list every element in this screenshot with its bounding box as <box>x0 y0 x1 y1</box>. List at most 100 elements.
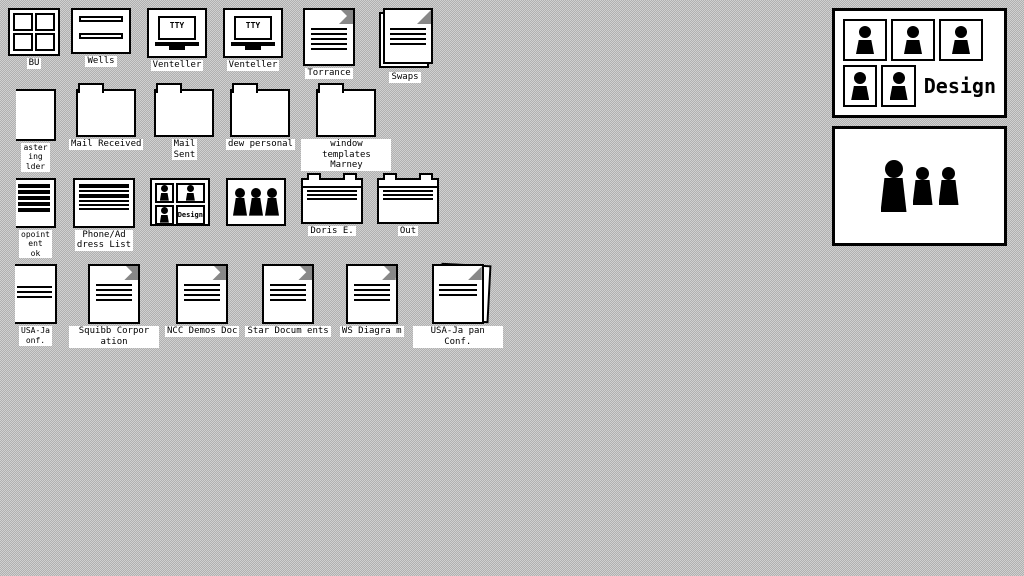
master-folder-label: asteringlder <box>21 143 49 172</box>
usa-japan-conf-label: USA-Ja pan Conf. <box>413 326 503 348</box>
out-tray-icon <box>377 178 439 224</box>
doris-tray-item[interactable]: Doris E. <box>297 178 367 237</box>
design-sub-icon: Design <box>150 178 210 226</box>
wells-icon-item[interactable]: Wells <box>66 8 136 67</box>
window-templates-icon <box>316 89 376 137</box>
out-tray-tab-left <box>383 173 397 180</box>
venteller1-label: Venteller <box>151 60 204 71</box>
design-sub-item[interactable]: Design <box>145 178 215 228</box>
mail-sent-icon <box>154 89 214 137</box>
star-docs-icon <box>262 264 314 324</box>
window-templates-item[interactable]: window templates Marney <box>301 89 391 171</box>
design-cell-4: Design <box>176 205 205 225</box>
big-person-1 <box>881 160 907 212</box>
ws-diagram-icon <box>346 264 398 324</box>
window-templates-label: window templates Marney <box>301 139 391 171</box>
design-group-item[interactable]: Design <box>832 8 1007 118</box>
tty-screen2: TTY <box>234 16 272 40</box>
wells-label: Wells <box>85 56 116 67</box>
squibb-icon <box>88 264 140 324</box>
ws-diagram-label: WS Diagra m <box>340 326 404 337</box>
phone-address-icon <box>73 178 135 228</box>
left-panel: BU Wells TTY Ve <box>0 0 824 576</box>
small-person-3 <box>939 167 959 205</box>
design-cell-r1c1 <box>843 19 887 61</box>
usa-japan-conf-icon <box>432 264 484 324</box>
people-icon <box>226 178 286 226</box>
bu-icon-item[interactable]: BU <box>8 8 60 69</box>
icon-row-3: opointentok Phone/Address List <box>8 178 816 259</box>
mail-received-label: Mail Received <box>69 139 143 150</box>
dew-personal-icon <box>230 89 290 137</box>
icon-row-2: asteringlder Mail Received MailSent dew … <box>8 89 816 172</box>
mail-sent-item[interactable]: MailSent <box>149 89 219 161</box>
phone-address-item[interactable]: Phone/Address List <box>69 178 139 252</box>
mail-received-item[interactable]: Mail Received <box>69 89 143 150</box>
people-item[interactable] <box>221 178 291 228</box>
out-label: Out <box>398 226 418 237</box>
design-group-row2: Design <box>843 65 996 107</box>
mail-received-icon <box>76 89 136 137</box>
right-panel: Design <box>824 0 1024 576</box>
small-person-2 <box>913 167 933 205</box>
person-3 <box>265 188 279 216</box>
bu-label: BU <box>27 58 42 69</box>
dew-personal-item[interactable]: dew personal <box>225 89 295 150</box>
appoint-label: opointentok <box>19 230 52 259</box>
swaps-icon-item[interactable]: Swaps <box>370 8 440 83</box>
icon-row-4: USA-Jaonf. Squibb Corpor ation <box>8 264 816 348</box>
tty-screen: TTY <box>158 16 196 40</box>
design-sub-label: Design <box>178 211 203 219</box>
venteller1-icon: TTY <box>147 8 207 58</box>
out-tray-top <box>379 180 437 188</box>
tty-label: TTY <box>170 21 184 30</box>
person-1 <box>233 188 247 216</box>
squibb-item[interactable]: Squibb Corpor ation <box>69 264 159 348</box>
design-cell-r2c1 <box>843 65 877 107</box>
swaps-icon <box>377 8 433 70</box>
design-cell-1 <box>155 183 174 203</box>
torrance-label: Torrance <box>305 68 352 79</box>
out-tray-tab-right <box>419 173 433 180</box>
squibb-label: Squibb Corpor ation <box>69 326 159 348</box>
design-cell-r2c2 <box>881 65 915 107</box>
venteller2-label: Venteller <box>227 60 280 71</box>
ws-diagram-item[interactable]: WS Diagra m <box>337 264 407 337</box>
phone-address-label: Phone/Address List <box>75 230 133 252</box>
usa-japan-conf-item[interactable]: USA-Ja pan Conf. <box>413 264 503 348</box>
mail-sent-label: MailSent <box>172 139 198 161</box>
torrance-icon-item[interactable]: Torrance <box>294 8 364 79</box>
out-tray-content <box>379 188 437 222</box>
doris-tray-icon <box>301 178 363 224</box>
desktop: BU Wells TTY Ve <box>0 0 1024 576</box>
dew-personal-label: dew personal <box>226 139 295 150</box>
design-cell-r1c3 <box>939 19 983 61</box>
star-docs-item[interactable]: Star Docum ents <box>245 264 330 337</box>
large-people-panel[interactable] <box>832 126 1007 246</box>
venteller2-icon-item[interactable]: TTY Venteller <box>218 8 288 71</box>
master-folder-item[interactable]: asteringlder <box>8 89 63 172</box>
out-tray-item[interactable]: Out <box>373 178 443 237</box>
ncc-item[interactable]: NCC Demos Doc <box>165 264 239 337</box>
usa-ja-partial-item[interactable]: USA-Jaonf. <box>8 264 63 345</box>
usa-ja-partial-label: USA-Jaonf. <box>19 326 52 345</box>
ncc-icon <box>176 264 228 324</box>
design-group-row1 <box>843 19 996 61</box>
tray-top <box>303 180 361 188</box>
design-cell-2 <box>176 183 205 203</box>
torrance-icon <box>303 8 355 66</box>
tray-content <box>303 188 361 222</box>
swaps-label: Swaps <box>389 72 420 83</box>
doris-label: Doris E. <box>308 226 355 237</box>
tray-tab-left <box>307 173 321 180</box>
design-text-label: Design <box>920 74 996 98</box>
ncc-label: NCC Demos Doc <box>165 326 239 337</box>
venteller1-icon-item[interactable]: TTY Venteller <box>142 8 212 71</box>
appoint-item[interactable]: opointentok <box>8 178 63 259</box>
icon-row-1: BU Wells TTY Ve <box>8 8 816 83</box>
star-docs-label: Star Docum ents <box>245 326 330 337</box>
tray-tab-right <box>343 173 357 180</box>
tty-label2: TTY <box>246 21 260 30</box>
design-cell-r1c2 <box>891 19 935 61</box>
venteller2-icon: TTY <box>223 8 283 58</box>
